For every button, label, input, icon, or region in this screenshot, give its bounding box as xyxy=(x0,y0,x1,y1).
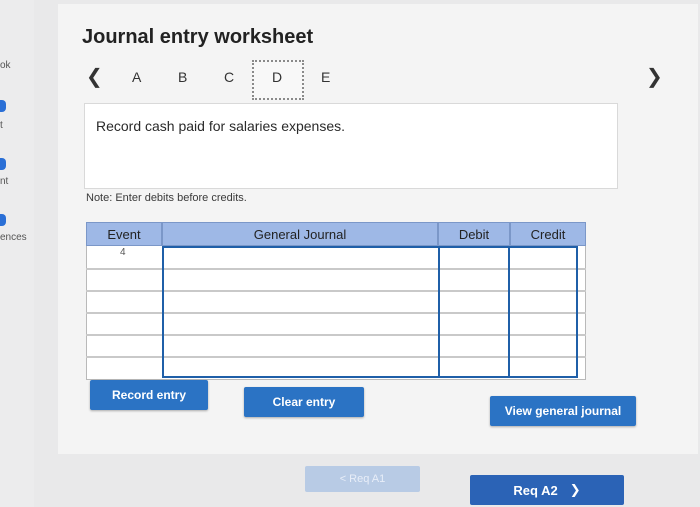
header-debit: Debit xyxy=(438,222,510,246)
event-cell: 4 xyxy=(120,247,126,258)
tab-a[interactable]: A xyxy=(132,69,141,85)
view-general-journal-button[interactable]: View general journal xyxy=(490,396,636,426)
right-column-border xyxy=(576,246,578,378)
next-req-button[interactable]: Req A2 ❯ xyxy=(470,475,624,505)
record-entry-button[interactable]: Record entry xyxy=(90,380,208,410)
row-divider xyxy=(86,290,586,292)
chevron-right-icon: ❯ xyxy=(569,482,581,497)
chevron-right-icon[interactable]: ❯ xyxy=(646,64,663,89)
row-divider xyxy=(86,312,586,314)
chevron-left-icon[interactable]: ❮ xyxy=(86,64,103,89)
top-input-border xyxy=(162,246,578,248)
sidebar-item-label[interactable]: ences xyxy=(0,232,27,243)
prev-req-button[interactable]: < Req A1 xyxy=(305,466,420,492)
bottom-input-border xyxy=(162,376,578,378)
credit-column-border xyxy=(508,246,510,378)
sidebar-item-label[interactable]: ok xyxy=(0,60,11,71)
tab-d[interactable]: D xyxy=(272,69,282,85)
tab-c[interactable]: C xyxy=(224,69,234,85)
header-credit: Credit xyxy=(510,222,586,246)
clear-entry-button[interactable]: Clear entry xyxy=(244,387,364,417)
tab-b[interactable]: B xyxy=(178,69,187,85)
credit-input-row-1[interactable] xyxy=(512,250,574,266)
row-divider xyxy=(86,356,586,358)
debit-column-border xyxy=(438,246,440,378)
tab-e[interactable]: E xyxy=(321,69,330,85)
note-text: Note: Enter debits before credits. xyxy=(86,192,247,204)
header-general-journal: General Journal xyxy=(162,222,438,246)
sidebar-item-label[interactable]: nt xyxy=(0,176,8,187)
row-divider xyxy=(86,334,586,336)
left-sidebar: ok t nt ences xyxy=(0,0,34,507)
header-event: Event xyxy=(86,222,162,246)
sidebar-marker xyxy=(0,214,6,226)
debit-input-row-1[interactable] xyxy=(442,250,504,266)
next-req-label: Req A2 xyxy=(513,482,558,498)
instruction-text: Record cash paid for salaries expenses. xyxy=(96,118,346,134)
sidebar-item-label[interactable]: t xyxy=(0,120,3,131)
page-title: Journal entry worksheet xyxy=(82,26,314,48)
sidebar-marker xyxy=(0,158,6,170)
instruction-box xyxy=(84,103,618,189)
account-column-border xyxy=(162,246,164,378)
account-input-row-1[interactable] xyxy=(166,250,434,266)
row-divider xyxy=(86,268,586,270)
sidebar-marker xyxy=(0,100,6,112)
